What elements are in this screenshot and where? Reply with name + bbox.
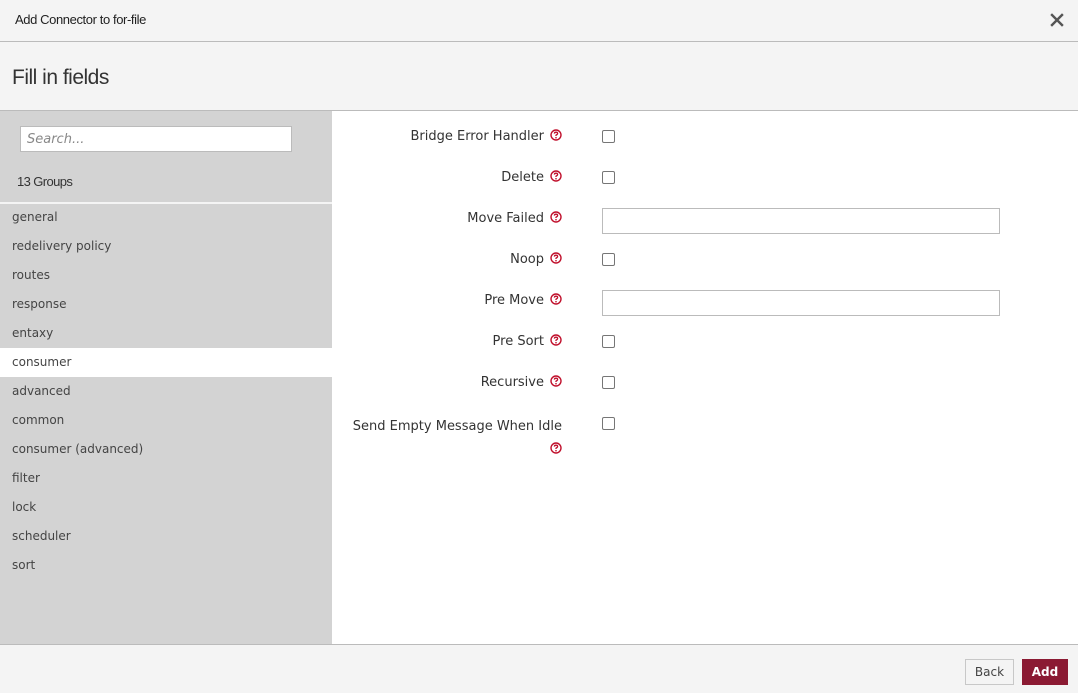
group-list: general redelivery policy routes respons… [0, 203, 332, 580]
field-label-text: Noop [510, 252, 544, 267]
group-item-redelivery-policy[interactable]: redelivery policy [0, 232, 332, 261]
send-empty-message-when-idle-checkbox[interactable] [602, 417, 615, 430]
help-circle-icon[interactable] [550, 170, 562, 182]
field-label: Pre Sort [322, 333, 562, 351]
recursive-checkbox[interactable] [602, 376, 615, 389]
back-button[interactable]: Back [965, 659, 1014, 685]
help-circle-icon[interactable] [550, 252, 562, 264]
group-item-consumer[interactable]: consumer [0, 348, 332, 377]
field-label-text: Recursive [480, 375, 544, 390]
help-circle-icon[interactable] [550, 129, 562, 141]
help-circle-icon[interactable] [550, 375, 562, 387]
field-label-text: Send Empty Message When Idle [352, 419, 562, 434]
search-input[interactable] [20, 126, 292, 152]
group-item-advanced[interactable]: advanced [0, 377, 332, 406]
field-label-text: Pre Move [484, 293, 544, 308]
field-label: Noop [322, 251, 562, 269]
pre-sort-checkbox[interactable] [602, 335, 615, 348]
move-failed-input[interactable] [602, 208, 1000, 234]
group-item-common[interactable]: common [0, 406, 332, 435]
group-item-general[interactable]: general [0, 203, 332, 232]
field-label: Move Failed [322, 210, 562, 228]
field-label-text: Bridge Error Handler [410, 129, 544, 144]
step-header: Fill in fields [0, 42, 1078, 111]
group-item-lock[interactable]: lock [0, 493, 332, 522]
field-label-text: Pre Sort [492, 334, 544, 349]
groups-count: 13 Groups [17, 174, 73, 189]
group-item-routes[interactable]: routes [0, 261, 332, 290]
close-button[interactable] [1046, 9, 1068, 31]
group-item-filter[interactable]: filter [0, 464, 332, 493]
field-label: Recursive [322, 374, 562, 392]
groups-sidebar: 13 Groups general redelivery policy rout… [0, 111, 332, 644]
dialog-footer: Back Add [0, 644, 1078, 693]
field-label-text: Delete [501, 170, 544, 185]
bridge-error-handler-checkbox[interactable] [602, 130, 615, 143]
help-circle-icon[interactable] [550, 442, 562, 454]
field-label-text: Move Failed [467, 211, 544, 226]
pre-move-input[interactable] [602, 290, 1000, 316]
add-button[interactable]: Add [1022, 659, 1068, 685]
delete-checkbox[interactable] [602, 171, 615, 184]
help-circle-icon[interactable] [550, 334, 562, 346]
group-item-response[interactable]: response [0, 290, 332, 319]
field-label: Pre Move [322, 292, 562, 310]
fields-form: Bridge Error Handler Delete Move Failed … [332, 111, 1078, 644]
field-label: Send Empty Message When Idle [322, 415, 562, 461]
dialog-header: Add Connector to for-file [0, 0, 1078, 42]
step-title: Fill in fields [12, 66, 109, 89]
noop-checkbox[interactable] [602, 253, 615, 266]
field-label: Delete [322, 169, 562, 187]
group-item-entaxy[interactable]: entaxy [0, 319, 332, 348]
group-item-consumer-advanced[interactable]: consumer (advanced) [0, 435, 332, 464]
group-item-sort[interactable]: sort [0, 551, 332, 580]
group-item-scheduler[interactable]: scheduler [0, 522, 332, 551]
help-circle-icon[interactable] [550, 211, 562, 223]
field-label: Bridge Error Handler [322, 128, 562, 146]
close-icon [1050, 13, 1064, 27]
dialog-title: Add Connector to for-file [15, 12, 146, 27]
help-circle-icon[interactable] [550, 293, 562, 305]
